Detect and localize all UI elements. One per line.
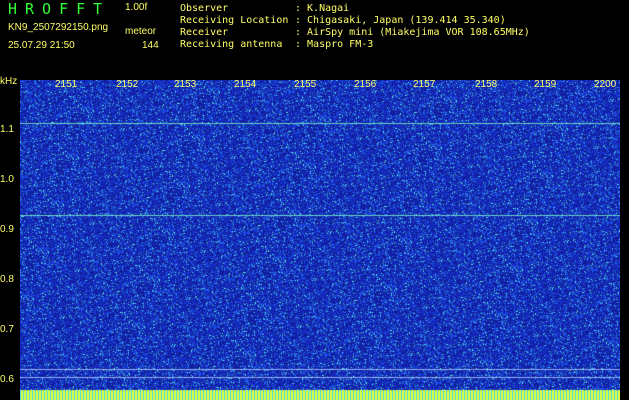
info-key: Receiving Location bbox=[180, 15, 289, 26]
x-tick: 2155 bbox=[294, 79, 317, 90]
x-tick: 2153 bbox=[174, 79, 197, 90]
x-tick: 2157 bbox=[413, 79, 436, 90]
count-label: 144 bbox=[142, 40, 159, 51]
info-value: : Maspro FM-3 bbox=[295, 39, 374, 50]
x-tick: 2156 bbox=[354, 79, 377, 90]
y-tick: 1.0 bbox=[0, 174, 14, 185]
y-tick: 0.7 bbox=[0, 324, 14, 335]
y-tick: 1.1 bbox=[0, 124, 14, 135]
datetime-label: 25.07.29 21:50 bbox=[8, 40, 75, 51]
y-axis-unit: kHz bbox=[0, 76, 18, 87]
x-tick: 2154 bbox=[234, 79, 257, 90]
y-tick: 0.6 bbox=[0, 374, 14, 385]
image-filename: KN9_2507292150.png bbox=[8, 22, 109, 33]
header: HROFFT 1.00f KN9_2507292150.png meteor 2… bbox=[0, 0, 629, 76]
info-value: : AirSpy mini (Miakejima VOR 108.65MHz) bbox=[295, 27, 530, 38]
x-tick: 2158 bbox=[475, 79, 498, 90]
info-location: Receiving Location : Chigasaki, Japan (13… bbox=[180, 15, 506, 26]
info-receiver: Receiver : AirSpy mini (Miakejima VOR 108… bbox=[180, 27, 530, 38]
app-title: HROFFT bbox=[8, 0, 111, 18]
info-value: : Chigasaki, Japan (139.414 35.340) bbox=[295, 15, 506, 26]
waterfall-plot bbox=[20, 80, 620, 400]
version-label: 1.00f bbox=[125, 2, 148, 13]
y-tick: 0.9 bbox=[0, 224, 14, 235]
y-tick: 0.8 bbox=[0, 274, 14, 285]
info-key: Receiver bbox=[180, 27, 229, 38]
mode-label: meteor bbox=[125, 26, 157, 37]
info-antenna: Receiving antenna : Maspro FM-3 bbox=[180, 39, 373, 50]
x-tick: 2151 bbox=[55, 79, 78, 90]
x-tick: 2159 bbox=[534, 79, 557, 90]
waterfall-canvas bbox=[20, 80, 620, 400]
x-tick: 2200 bbox=[594, 79, 617, 90]
x-tick: 2152 bbox=[116, 79, 139, 90]
info-observer: Observer : K.Nagai bbox=[180, 3, 349, 14]
info-value: : K.Nagai bbox=[295, 3, 350, 14]
info-key: Receiving antenna bbox=[180, 39, 283, 50]
info-key: Observer bbox=[180, 3, 229, 14]
